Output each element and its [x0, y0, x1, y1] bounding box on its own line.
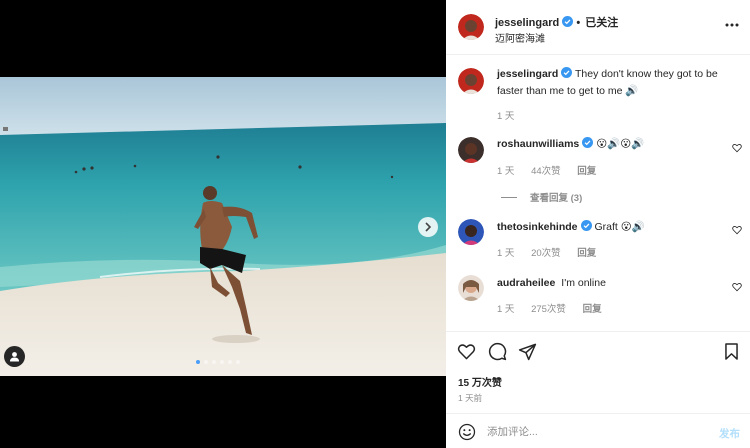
comment-input[interactable] [487, 422, 687, 442]
caption-emoji: 🔊 [625, 85, 639, 97]
comment-username[interactable]: thetosinkehinde [497, 221, 578, 233]
user-tag-icon [10, 352, 19, 362]
chevron-right-icon [425, 222, 432, 232]
like-heart-icon[interactable] [457, 342, 476, 361]
author-avatar[interactable] [458, 68, 484, 94]
comment-likes[interactable]: 20次赞 [531, 248, 561, 259]
reply-button[interactable]: 回复 [577, 166, 596, 177]
media-panel [0, 0, 446, 448]
comment-text: roshaunwilliams 😮🔊😮🔊 [497, 136, 732, 153]
comment-time: 1 天 [497, 248, 515, 259]
caption-text: jesselingard They don't know they got to… [497, 66, 732, 100]
next-photo-button[interactable] [418, 217, 438, 237]
comment-time: 1 天 [497, 166, 515, 177]
comment-likes[interactable]: 44次赞 [531, 166, 561, 177]
reply-button[interactable]: 回复 [577, 248, 596, 259]
beach-photo [0, 77, 446, 376]
comment-meta: 1 天 20次赞 回复 [497, 245, 610, 259]
author-username[interactable]: jesselingard [495, 17, 559, 29]
caption-time: 1 天 [497, 111, 515, 122]
following-button[interactable]: 已关注 [585, 17, 618, 29]
carousel-indicator [196, 360, 240, 364]
post-header: jesselingard • 已关注 迈阿密海滩 [446, 0, 750, 55]
post-side-panel: jesselingard • 已关注 迈阿密海滩 jesselingard Th… [446, 0, 750, 448]
comment-body: I'm online [561, 277, 606, 289]
comment-body: Graft 😮🔊 [594, 221, 645, 233]
carousel-dot [220, 360, 224, 364]
caption-meta: 1 天 [497, 108, 528, 122]
separator: • [576, 17, 581, 29]
comment-meta: 1 天 44次赞 回复 [497, 163, 610, 177]
like-comment-heart-icon[interactable] [732, 143, 742, 153]
add-comment-bar: 发布 [446, 413, 750, 448]
comment-icon[interactable] [488, 342, 507, 361]
comment-username[interactable]: audraheilee [497, 277, 555, 289]
verified-badge-icon [562, 16, 574, 27]
carousel-dot [212, 360, 216, 364]
bookmark-icon[interactable] [722, 342, 741, 361]
post-comment-button[interactable]: 发布 [719, 426, 740, 441]
more-options-icon[interactable] [724, 18, 740, 32]
reply-button[interactable]: 回复 [583, 304, 602, 315]
like-comment-heart-icon[interactable] [732, 282, 742, 292]
carousel-dot [204, 360, 208, 364]
comment-body: 😮🔊😮🔊 [596, 138, 645, 150]
carousel-dot [196, 360, 200, 364]
commenter-avatar[interactable] [458, 275, 484, 301]
post-timestamp: 1 天前 [458, 393, 483, 403]
view-replies-label: 查看回复 (3) [530, 193, 583, 204]
tagged-users-button[interactable] [4, 346, 25, 367]
carousel-dot [228, 360, 232, 364]
carousel-dot [236, 360, 240, 364]
verified-badge-icon [582, 137, 594, 148]
post-photo[interactable] [0, 77, 446, 376]
commenter-avatar[interactable] [458, 219, 484, 245]
comment-username[interactable]: roshaunwilliams [497, 138, 579, 150]
like-comment-heart-icon[interactable] [732, 225, 742, 235]
verified-badge-icon [580, 220, 592, 231]
comment-likes[interactable]: 275次赞 [531, 304, 566, 315]
verified-badge-icon [561, 67, 573, 78]
comment-meta: 1 天 275次赞 回复 [497, 301, 616, 315]
author-avatar[interactable] [458, 14, 484, 40]
share-icon[interactable] [518, 342, 537, 361]
comment-text: audraheilee I'm online [497, 275, 732, 292]
comment-time: 1 天 [497, 304, 515, 315]
view-replies-button[interactable]: 查看回复 (3) [501, 190, 582, 204]
comment-text: thetosinkehinde Graft 😮🔊 [497, 219, 732, 236]
commenter-avatar[interactable] [458, 137, 484, 163]
caption-username[interactable]: jesselingard [497, 68, 558, 80]
like-count[interactable]: 15 万次赞 [458, 374, 502, 389]
post-location[interactable]: 迈阿密海滩 [495, 30, 545, 45]
emoji-icon[interactable] [458, 423, 476, 441]
